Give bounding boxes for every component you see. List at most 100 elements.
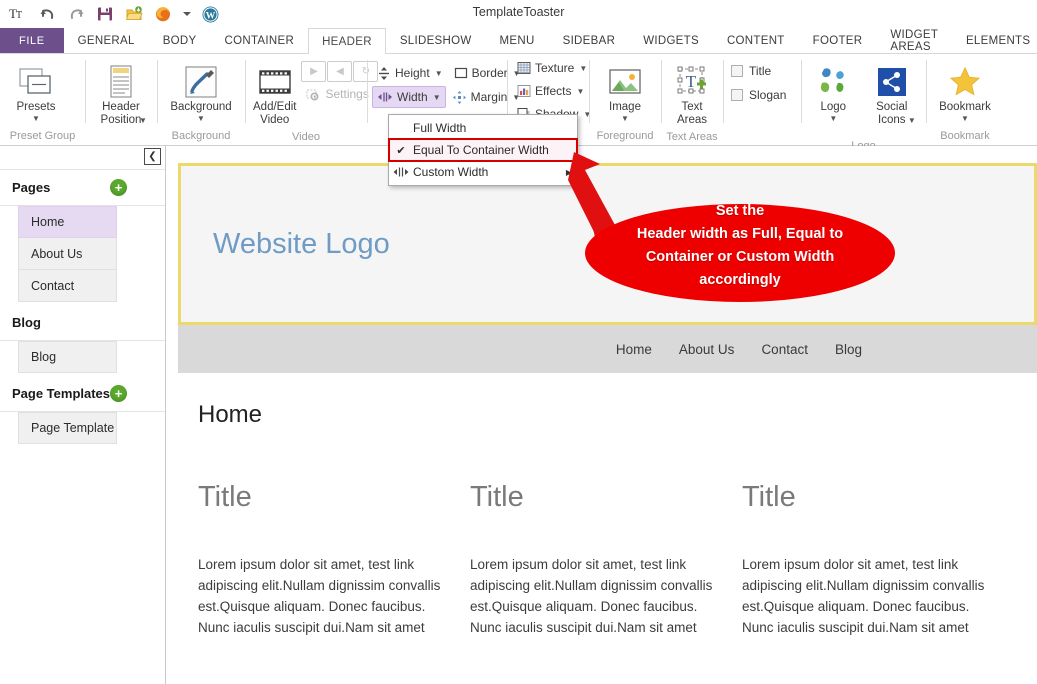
page-item-blog[interactable]: Blog: [18, 341, 117, 373]
logo-button[interactable]: Logo ▼: [806, 59, 861, 124]
add-page-button[interactable]: +: [110, 179, 127, 196]
section-title-page-templates: Page Templates: [12, 386, 111, 401]
page-templates-list: Page Template: [0, 412, 165, 444]
slogan-checkbox[interactable]: Slogan: [728, 84, 786, 105]
export-icon[interactable]: [124, 4, 144, 24]
section-header-pages: Pages +: [0, 170, 165, 206]
tab-header[interactable]: HEADER: [308, 28, 386, 54]
save-icon[interactable]: [95, 4, 115, 24]
preview-column-3-body: Lorem ipsum dolor sit amet, test link ad…: [742, 557, 985, 635]
presets-icon: [16, 63, 56, 101]
menu-item-equal-to-container-width-label: Equal To Container Width: [413, 143, 549, 157]
bookmark-button[interactable]: Bookmark ▼: [931, 59, 999, 124]
tab-elements[interactable]: ELEMENTS: [952, 28, 1037, 53]
social-icons-label: Social Icons: [876, 101, 908, 126]
preview-column-3: Title Lorem ipsum dolor sit amet, test l…: [742, 481, 992, 638]
texture-button[interactable]: Texture ▼: [512, 57, 592, 79]
height-button[interactable]: Height ▼: [372, 62, 448, 84]
tab-body[interactable]: BODY: [149, 28, 211, 53]
border-icon: [454, 67, 467, 79]
slogan-checkbox-label: Slogan: [749, 87, 787, 102]
video-mute-icon[interactable]: ◀: [327, 61, 353, 82]
wordpress-icon[interactable]: W: [200, 4, 220, 24]
undo-icon[interactable]: [37, 4, 57, 24]
ribbon-group-label-blank1: [90, 137, 152, 145]
preview-nav-about-us[interactable]: About Us: [679, 342, 735, 357]
ribbon-group-label-background: Background: [171, 130, 231, 142]
text-areas-button[interactable]: T Text Areas: [666, 59, 718, 128]
preview-nav-bar[interactable]: Home About Us Contact Blog: [178, 325, 1037, 373]
page-item-page-template[interactable]: Page Template: [18, 412, 117, 444]
logo-icon: [816, 63, 850, 101]
tab-menu[interactable]: MENU: [486, 28, 549, 53]
slogan-checkbox-box: [731, 88, 743, 101]
ribbon-group-label-text-areas: Text Areas: [666, 131, 718, 143]
preview-header-region[interactable]: Website Logo: [178, 163, 1037, 325]
preview-nav-blog[interactable]: Blog: [835, 342, 862, 357]
preview-logo-text: Website Logo: [213, 227, 390, 260]
effects-icon: [517, 85, 531, 97]
text-areas-icon: T: [675, 63, 709, 101]
pages-list: Home About Us Contact: [0, 206, 165, 302]
page-item-about-us[interactable]: About Us: [18, 238, 117, 270]
preview-nav-contact[interactable]: Contact: [761, 342, 808, 357]
tab-footer[interactable]: FOOTER: [799, 28, 877, 53]
firefox-preview-icon[interactable]: [153, 4, 173, 24]
bookmark-caret-icon: ▼: [961, 114, 969, 123]
effects-button[interactable]: Effects ▼: [512, 80, 589, 102]
ribbon-group-label-blank4: [728, 127, 796, 145]
video-play-icon[interactable]: ▶: [301, 61, 327, 82]
preview-column-1-body: Lorem ipsum dolor sit amet, test link ad…: [198, 557, 441, 635]
star-icon: [948, 63, 982, 101]
collapse-panel-button[interactable]: ❮: [144, 148, 161, 165]
add-edit-video-button[interactable]: Add/Edit Video: [250, 59, 299, 128]
width-dropdown-menu[interactable]: Full Width ✔ Equal To Container Width Cu…: [388, 114, 578, 186]
title-bar: T T W TemplateToaster: [0, 0, 1037, 28]
ribbon-group-label-preset: Preset Group: [9, 130, 76, 142]
presets-button[interactable]: Presets ▼: [5, 59, 67, 124]
height-label: Height: [395, 66, 430, 80]
logo-label: Logo: [820, 101, 847, 113]
tab-content[interactable]: CONTENT: [713, 28, 799, 53]
ribbon-group-title-slogan: Title Slogan: [723, 54, 801, 145]
design-canvas[interactable]: Website Logo Home About Us Contact Blog …: [166, 146, 1037, 684]
checkmark-icon: ✔: [396, 144, 406, 157]
margin-label: Margin: [470, 90, 508, 104]
logo-caret-icon: ▼: [829, 114, 838, 123]
tab-widget-areas[interactable]: WIDGET AREAS: [876, 28, 952, 53]
background-button[interactable]: Background ▼: [162, 59, 240, 124]
ribbon-group-label-video: Video: [292, 131, 320, 143]
tab-file[interactable]: FILE: [0, 28, 64, 53]
image-button[interactable]: Image ▼: [594, 59, 656, 124]
height-icon: [379, 66, 389, 80]
templatetoaster-logo-icon[interactable]: T T: [8, 4, 28, 24]
menu-item-full-width-label: Full Width: [413, 121, 467, 135]
redo-icon[interactable]: [66, 4, 86, 24]
texture-icon: [517, 62, 531, 74]
tab-slideshow[interactable]: SLIDESHOW: [386, 28, 486, 53]
menu-item-equal-to-container-width[interactable]: ✔ Equal To Container Width: [388, 138, 578, 162]
menu-item-full-width[interactable]: Full Width: [389, 117, 577, 139]
header-position-button[interactable]: Header Position ▼: [90, 59, 152, 137]
background-caret-icon: ▼: [197, 114, 205, 123]
pages-panel: ❮ Pages + Home About Us Contact Blog Blo…: [0, 146, 166, 684]
ribbon-group-background: Background ▼ Background: [157, 54, 245, 145]
ribbon-group-label-bookmark: Bookmark: [940, 130, 990, 142]
svg-text:W: W: [205, 11, 215, 21]
social-icons-button[interactable]: Social Icons ▼: [863, 59, 921, 137]
tab-sidebar[interactable]: SIDEBAR: [549, 28, 630, 53]
title-checkbox[interactable]: Title: [728, 60, 771, 81]
texture-caret-icon: ▼: [579, 63, 588, 73]
tab-general[interactable]: GENERAL: [64, 28, 149, 53]
tab-widgets[interactable]: WIDGETS: [629, 28, 713, 53]
preview-nav-home[interactable]: Home: [616, 342, 652, 357]
preview-dropdown-icon[interactable]: [182, 4, 191, 24]
page-item-contact[interactable]: Contact: [18, 270, 117, 302]
tab-container[interactable]: CONTAINER: [211, 28, 309, 53]
social-share-icon: [877, 63, 907, 101]
width-button[interactable]: Width ▼: [372, 86, 446, 108]
menu-item-custom-width[interactable]: Custom Width ▶: [389, 161, 577, 183]
add-edit-video-label: Add/Edit Video: [253, 101, 297, 126]
page-item-home[interactable]: Home: [18, 206, 117, 238]
add-page-template-button[interactable]: +: [110, 385, 127, 402]
